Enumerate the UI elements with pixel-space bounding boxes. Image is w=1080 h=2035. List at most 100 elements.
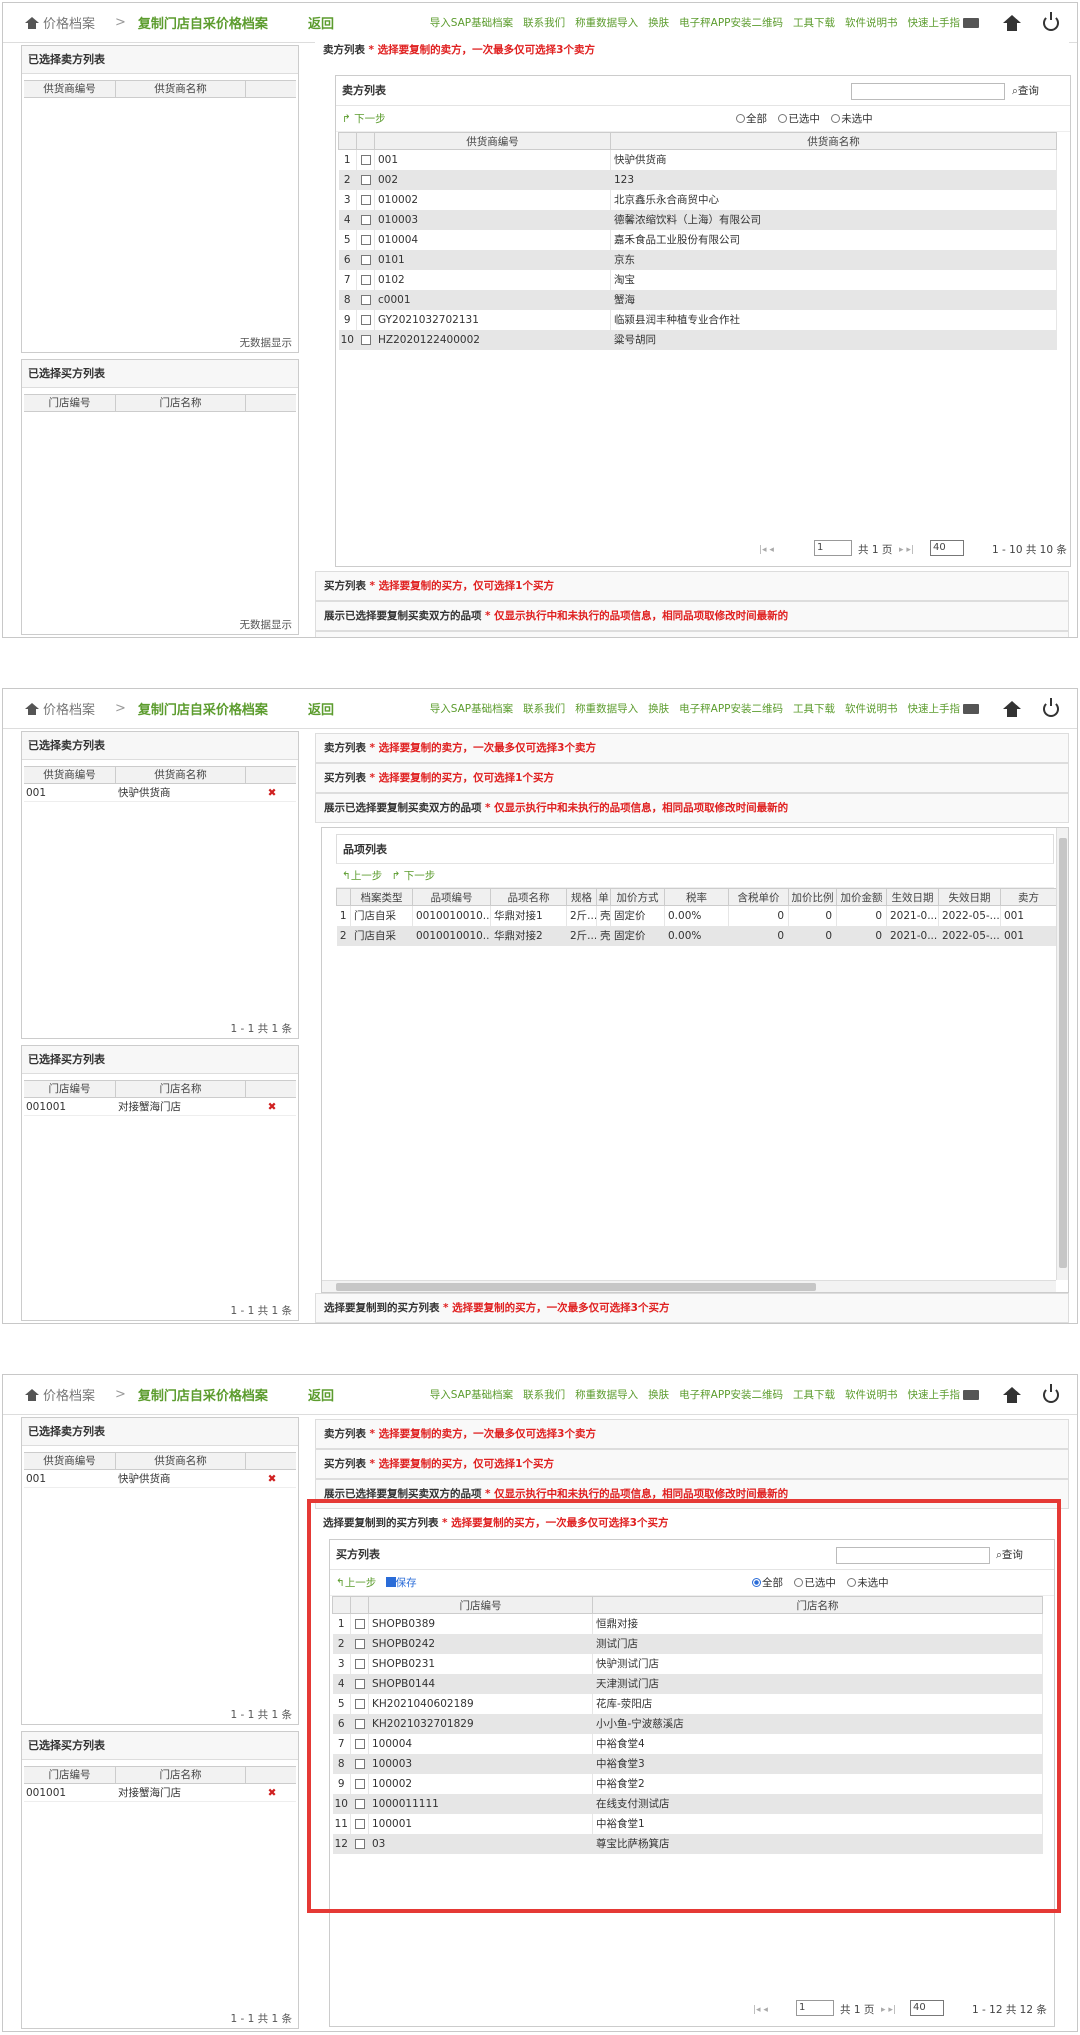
page-input[interactable]: 1 [796,2000,834,2016]
next-last-arrows[interactable]: ▸ ▸| [881,2000,896,2020]
back-link[interactable]: 返回 [308,699,334,718]
search-button[interactable]: ⌕查询 [1012,83,1039,100]
home-icon[interactable] [1003,1386,1021,1403]
table-row[interactable]: 5 010004 嘉禾食品工业股份有限公司 [338,229,1057,250]
menu-skin[interactable]: 换肤 [648,1387,669,1402]
section-items[interactable]: 展示已选择要复制买卖双方的品项 * 仅显示执行中和未执行的品项信息，相同品项取修… [315,601,1069,631]
list-item[interactable]: 001001 对接蟹海门店 ✖ [24,1098,296,1116]
horizontal-scrollbar[interactable] [322,1280,1056,1292]
row-checkbox[interactable] [360,154,371,165]
table-row[interactable]: 4 010003 德馨浓缩饮料（上海）有限公司 [338,209,1057,230]
vertical-scrollbar[interactable] [1056,828,1068,1280]
next-button[interactable]: ↱ 下一步 [392,870,436,882]
menu-contact[interactable]: 联系我们 [523,15,565,30]
menu-quickstart[interactable]: 快速上手指 [908,701,979,716]
menu-qrcode[interactable]: 电子秤APP安装二维码 [679,1387,783,1402]
menu-weigh-import[interactable]: 称重数据导入 [575,15,638,30]
cell-type: 门店自采 [350,905,413,926]
table-row[interactable]: 6 0101 京东 [338,249,1057,270]
row-checkbox[interactable] [360,214,371,225]
delete-icon[interactable]: ✖ [246,1098,296,1115]
row-checkbox[interactable] [360,294,371,305]
section-buyer[interactable]: 买方列表 * 选择要复制的买方，仅可选择1个买方 [315,571,1069,601]
first-prev-arrows[interactable]: |◂ ◂ [759,540,774,560]
table-row[interactable]: 8 c0001 蟹海 [338,289,1057,310]
radio-selected[interactable]: 已选中 [770,113,820,125]
menu-import-sap[interactable]: 导入SAP基础档案 [430,15,513,30]
row-checkbox[interactable] [360,314,371,325]
menu-manual[interactable]: 软件说明书 [845,15,898,30]
menu-contact[interactable]: 联系我们 [523,701,565,716]
cell-tax: 0.00% [664,925,729,946]
table-row[interactable]: 3 010002 北京鑫乐永合商贸中心 [338,189,1057,210]
breadcrumb-home[interactable]: 价格档案 [43,1385,95,1404]
home-icon[interactable] [1003,700,1021,717]
delete-icon[interactable]: ✖ [246,1470,296,1487]
table-row[interactable]: 1 001 快驴供货商 [338,149,1057,170]
list-item[interactable]: 001 快驴供货商 ✖ [24,784,296,802]
menu-skin[interactable]: 换肤 [648,15,669,30]
list-item[interactable]: 001 快驴供货商 ✖ [24,1470,296,1488]
radio-all[interactable]: 全部 [728,113,767,125]
delete-icon[interactable]: ✖ [246,1784,296,1801]
section-target[interactable]: 选择要复制到的买方列表 * 选择要复制的买方，一次最多仅可选择3个买方 [315,631,1069,637]
first-prev-arrows[interactable]: |◂ ◂ [753,2000,768,2020]
menu-quickstart[interactable]: 快速上手指 [908,1387,979,1402]
section-buyer[interactable]: 买方列表 * 选择要复制的买方，仅可选择1个买方 [315,763,1069,793]
power-icon[interactable] [1043,11,1059,31]
row-checkbox[interactable] [360,174,371,185]
row-checkbox[interactable] [360,234,371,245]
list-item[interactable]: 001001 对接蟹海门店 ✖ [24,1784,296,1802]
prev-button[interactable]: ↰上一步 [342,870,382,882]
table-row[interactable]: 9 GY2021032702131 临颍县润丰种植专业合作社 [338,309,1057,330]
menu-weigh-import[interactable]: 称重数据导入 [575,1387,638,1402]
table-row[interactable]: 10 HZ2020122400002 粱号胡同 [338,329,1057,350]
row-checkbox[interactable] [360,254,371,265]
menu-tool-download[interactable]: 工具下载 [793,15,835,30]
back-link[interactable]: 返回 [308,1385,334,1404]
menu-tool-download[interactable]: 工具下载 [793,1387,835,1402]
cell-code: 002 [374,169,611,190]
page-input[interactable]: 1 [814,540,852,556]
menu-weigh-import[interactable]: 称重数据导入 [575,701,638,716]
delete-icon[interactable]: ✖ [246,784,296,801]
row-checkbox[interactable] [360,334,371,345]
menu-quickstart[interactable]: 快速上手指 [908,15,979,30]
menu-contact[interactable]: 联系我们 [523,1387,565,1402]
breadcrumb-home[interactable]: 价格档案 [43,699,95,718]
home-icon[interactable] [1003,14,1021,31]
section-target[interactable]: 选择要复制到的买方列表 * 选择要复制的买方，一次最多仅可选择3个买方 [315,1293,1069,1323]
row-checkbox[interactable] [360,194,371,205]
total-pages: 共 1 页 [858,544,893,556]
menu-skin[interactable]: 换肤 [648,701,669,716]
menu-tool-download[interactable]: 工具下载 [793,701,835,716]
next-button[interactable]: ↱ 下一步 [342,113,386,125]
back-link[interactable]: 返回 [308,13,334,32]
search-input[interactable] [851,83,1005,100]
row-number: 2 [338,169,357,190]
row-checkbox[interactable] [360,274,371,285]
page-size-select[interactable]: 40 [930,540,964,556]
table-row[interactable]: 7 0102 淘宝 [338,269,1057,290]
page-info: 1 - 1 共 1 条 [230,2013,292,2025]
breadcrumb-home[interactable]: 价格档案 [43,13,95,32]
power-icon[interactable] [1043,1383,1059,1403]
section-buyer[interactable]: 买方列表 * 选择要复制的买方，仅可选择1个买方 [315,1449,1069,1479]
menu-manual[interactable]: 软件说明书 [845,1387,898,1402]
menu-manual[interactable]: 软件说明书 [845,701,898,716]
radio-unselected[interactable]: 未选中 [823,113,873,125]
section-items[interactable]: 展示已选择要复制买卖双方的品项 * 仅显示执行中和未执行的品项信息，相同品项取修… [315,793,1069,823]
table-row[interactable]: 1 门店自采 0010010010... 华鼎对接1 2斤... 壳固定价 0.00% 0 0 0… [336,905,1057,926]
table-row[interactable]: 2 门店自采 0010010010... 华鼎对接2 2斤... 壳固定价 0.00% 0 0 0… [336,925,1057,946]
next-last-arrows[interactable]: ▸ ▸| [899,540,914,560]
section-seller[interactable]: 卖方列表 * 选择要复制的卖方，一次最多仅可选择3个卖方 [315,1419,1069,1449]
page-size-select[interactable]: 40 [910,2000,944,2016]
section-seller[interactable]: 卖方列表 * 选择要复制的卖方，一次最多仅可选择3个卖方 [315,733,1069,763]
power-icon[interactable] [1043,697,1059,717]
menu-import-sap[interactable]: 导入SAP基础档案 [430,701,513,716]
table-row[interactable]: 2 002 123 [338,169,1057,190]
menu-import-sap[interactable]: 导入SAP基础档案 [430,1387,513,1402]
section-seller[interactable]: 卖方列表 * 选择要复制的卖方，一次最多仅可选择3个卖方 [315,41,1069,61]
menu-qrcode[interactable]: 电子秤APP安装二维码 [679,701,783,716]
menu-qrcode[interactable]: 电子秤APP安装二维码 [679,15,783,30]
